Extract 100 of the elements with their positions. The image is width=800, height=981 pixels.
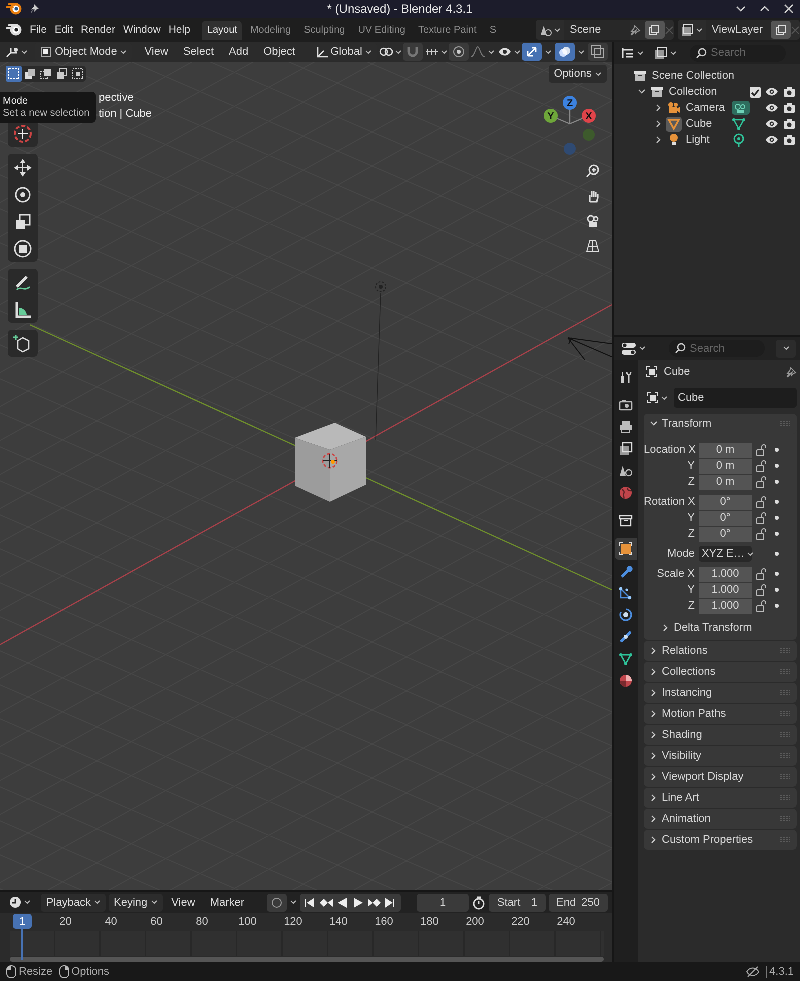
object-icon-button[interactable]: [666, 100, 682, 116]
menu-item[interactable]: Help: [164, 24, 194, 36]
number-field[interactable]: 1.000: [699, 598, 752, 614]
chevron-right-icon[interactable]: [650, 752, 658, 760]
number-field[interactable]: 0 m: [699, 458, 752, 474]
menu-item[interactable]: Edit: [50, 24, 78, 36]
outliner-item[interactable]: Scene Collection: [652, 70, 735, 82]
drag-handle-icon[interactable]: [779, 732, 791, 738]
chevron-right-icon[interactable]: [655, 120, 663, 128]
padlock-icon[interactable]: [756, 568, 766, 580]
drag-handle-icon[interactable]: [779, 648, 791, 654]
pin-icon[interactable]: [630, 24, 641, 36]
chevron-right-icon[interactable]: [655, 136, 663, 144]
panel-header[interactable]: Animation: [644, 809, 797, 829]
start-frame-field[interactable]: Start 1: [489, 894, 546, 912]
chevron-right-icon[interactable]: [650, 668, 658, 676]
playhead[interactable]: 1: [13, 914, 32, 929]
gizmos-toggle[interactable]: [522, 43, 542, 61]
panel-header[interactable]: Shading: [644, 725, 797, 745]
proportional-toggle[interactable]: [449, 43, 470, 61]
keyframe-dot-icon[interactable]: [775, 552, 779, 556]
drag-handle-icon[interactable]: [779, 669, 791, 675]
chevron-right-icon[interactable]: [650, 773, 658, 781]
number-field[interactable]: 0°: [699, 526, 752, 542]
number-field[interactable]: 0°: [699, 510, 752, 526]
selection-mode-button[interactable]: [6, 66, 22, 82]
workspace-tab[interactable]: Sculpting: [299, 20, 350, 40]
current-frame-field[interactable]: 1: [416, 894, 470, 912]
chevron-right-icon[interactable]: [650, 815, 658, 823]
number-field[interactable]: 0°: [699, 494, 752, 510]
padlock-icon[interactable]: [756, 584, 766, 596]
scrollbar[interactable]: [10, 957, 604, 962]
drag-handle-icon[interactable]: [779, 753, 791, 759]
chevron-down-icon[interactable]: [638, 88, 646, 96]
chevron-right-icon[interactable]: [650, 647, 658, 655]
eye-slash-icon[interactable]: [746, 966, 760, 978]
selection-mode-button[interactable]: [38, 66, 54, 82]
camera-icon[interactable]: [783, 118, 796, 130]
menu-item[interactable]: Marker: [204, 896, 251, 908]
scene-name-field[interactable]: Scene: [564, 20, 630, 40]
exclude-checkbox[interactable]: [750, 86, 761, 98]
keyframe-dot-icon[interactable]: [775, 532, 779, 536]
padlock-icon[interactable]: [756, 444, 766, 456]
drag-handle-icon[interactable]: [779, 711, 791, 717]
blender-logo-icon[interactable]: [6, 22, 22, 38]
drag-handle-icon[interactable]: [779, 421, 791, 427]
keyframe-dot-icon[interactable]: [775, 480, 779, 484]
number-field[interactable]: 1.000: [699, 566, 752, 582]
eye-icon[interactable]: [765, 86, 779, 98]
chevron-right-icon[interactable]: [650, 710, 658, 718]
workspace-tab[interactable]: UV Editing: [353, 20, 410, 40]
chevron-right-icon[interactable]: [650, 689, 658, 697]
snap-toggle[interactable]: [403, 43, 424, 61]
object-icon-button[interactable]: [666, 116, 682, 132]
keyframe-dot-icon[interactable]: [775, 604, 779, 608]
triangle-mesh-icon[interactable]: [732, 117, 746, 131]
end-frame-field[interactable]: End 250: [548, 894, 608, 912]
minimize-icon[interactable]: [736, 5, 746, 13]
chevron-right-icon[interactable]: [655, 104, 663, 112]
navigation-gizmo[interactable]: [544, 96, 596, 155]
pin-icon[interactable]: [30, 3, 40, 15]
number-field[interactable]: 0 m: [699, 442, 752, 458]
chevron-down-icon[interactable]: [650, 420, 658, 428]
menu-item[interactable]: View: [138, 46, 174, 58]
menu-item[interactable]: View: [166, 896, 202, 908]
outliner-item[interactable]: Cube: [686, 118, 732, 130]
workspace-tab[interactable]: S: [484, 20, 502, 40]
outliner-item[interactable]: Collection: [669, 86, 718, 98]
keyframe-dot-icon[interactable]: [775, 464, 779, 468]
object-name-field[interactable]: Cube: [674, 388, 797, 408]
panel-header[interactable]: Motion Paths: [644, 704, 797, 724]
number-field[interactable]: 0 m: [699, 474, 752, 490]
menu-item[interactable]: Object: [258, 46, 302, 58]
camera-icon[interactable]: [783, 86, 796, 98]
padlock-icon[interactable]: [756, 460, 766, 472]
properties-tab[interactable]: [615, 538, 637, 560]
menu-item[interactable]: Window: [119, 24, 165, 36]
view-layer-name-field[interactable]: ViewLayer: [706, 20, 771, 40]
options-dropdown[interactable]: Options: [549, 65, 607, 83]
chevron-right-icon[interactable]: [650, 794, 658, 802]
padlock-icon[interactable]: [756, 476, 766, 488]
selection-mode-button[interactable]: [70, 66, 86, 82]
playback-menu[interactable]: Playback: [41, 894, 106, 912]
camera-icon[interactable]: [783, 134, 796, 146]
video-camera-icon[interactable]: [732, 101, 750, 115]
mode-dropdown[interactable]: XYZ E…: [699, 546, 752, 562]
selection-mode-button[interactable]: [22, 66, 38, 82]
number-field[interactable]: 1.000: [699, 582, 752, 598]
new-view-layer-button[interactable]: [771, 21, 791, 39]
overlays-toggle[interactable]: [555, 43, 576, 61]
subpanel-header[interactable]: Delta Transform: [644, 618, 797, 638]
maximize-icon[interactable]: [760, 5, 770, 13]
menu-item[interactable]: Render: [77, 24, 120, 36]
menu-item[interactable]: Add: [223, 46, 255, 58]
options-dropdown[interactable]: [776, 340, 796, 358]
keying-menu[interactable]: Keying: [109, 894, 163, 912]
panel-header[interactable]: Visibility: [644, 746, 797, 766]
stopwatch-icon[interactable]: [472, 896, 486, 910]
selection-mode-button[interactable]: [54, 66, 70, 82]
drag-handle-icon[interactable]: [779, 690, 791, 696]
